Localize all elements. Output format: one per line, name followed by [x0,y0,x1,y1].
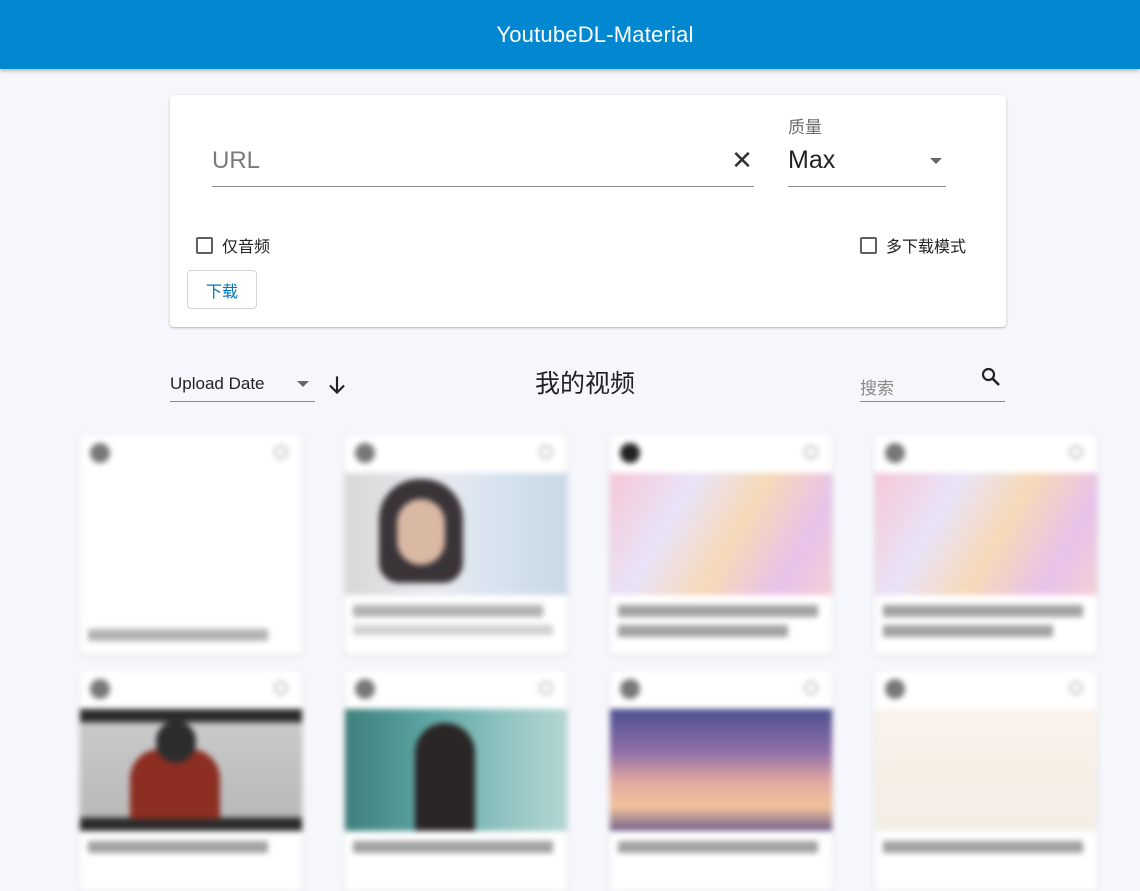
card-header [610,671,832,707]
sort-value: Upload Date [170,374,265,393]
video-title [883,837,1089,853]
quality-label: 质量 [788,118,822,137]
video-card[interactable] [610,671,832,891]
search-placeholder: 搜索 [860,379,894,398]
quality-select[interactable]: 质量 Max [788,111,946,187]
card-header [80,671,302,707]
more-icon[interactable] [1069,445,1083,459]
audio-only-checkbox[interactable]: 仅音频 [196,233,270,257]
video-card[interactable] [80,435,302,655]
quality-value: Max [788,146,836,174]
card-header [345,435,567,471]
url-input[interactable]: URL ✕ [212,135,754,187]
more-icon[interactable] [539,445,553,459]
download-card: URL ✕ 质量 Max 仅音频 多下载模式 下载 [170,95,1006,327]
top-toolbar: YoutubeDL-Material [0,0,1140,69]
video-card[interactable] [610,435,832,655]
video-title [88,625,294,641]
music-icon [355,443,375,463]
video-title [88,837,294,853]
video-card[interactable] [875,671,1097,891]
card-header [80,435,302,471]
video-card[interactable] [345,671,567,891]
thumbnail [875,473,1097,595]
thumbnail [610,473,832,595]
checkbox-box[interactable] [860,236,877,254]
checkbox-box[interactable] [196,236,213,254]
music-icon [355,679,375,699]
card-header [345,671,567,707]
app-title: YoutubeDL-Material [496,21,694,47]
music-icon [885,679,905,699]
more-icon[interactable] [1069,681,1083,695]
music-icon [620,679,640,699]
thumbnail [345,473,567,595]
multi-download-checkbox[interactable]: 多下载模式 [860,233,966,257]
video-title [353,601,559,635]
close-icon[interactable]: ✕ [730,145,754,175]
card-header [875,435,1097,471]
more-icon[interactable] [804,681,818,695]
section-title: 我的视频 [535,370,636,398]
thumbnail [345,709,567,831]
avatar [620,443,640,463]
card-header [610,435,832,471]
more-icon[interactable] [274,445,288,459]
thumbnail [610,709,832,831]
dropdown-arrow-icon [297,381,309,387]
url-placeholder: URL [212,147,261,174]
thumbnail [875,709,1097,831]
video-title [883,601,1089,637]
thumbnail [80,709,302,831]
video-card[interactable] [80,671,302,891]
more-icon[interactable] [804,445,818,459]
multi-download-label: 多下载模式 [886,239,967,256]
video-card[interactable] [345,435,567,655]
dropdown-arrow-icon [930,158,942,164]
video-title [618,837,824,853]
video-card[interactable] [875,435,1097,655]
search-icon[interactable] [979,365,1003,389]
video-title [353,837,559,853]
sort-select[interactable]: Upload Date [170,366,315,402]
card-header [875,671,1097,707]
arrow-down-icon[interactable] [324,372,350,398]
music-icon [885,443,905,463]
music-icon [90,679,110,699]
music-icon [90,443,110,463]
thumbnail [80,473,302,595]
more-icon[interactable] [274,681,288,695]
more-icon[interactable] [539,681,553,695]
audio-only-label: 仅音频 [222,239,271,256]
download-button[interactable]: 下载 [187,270,257,309]
search-input[interactable]: 搜索 [860,362,1005,402]
video-title [618,601,824,637]
